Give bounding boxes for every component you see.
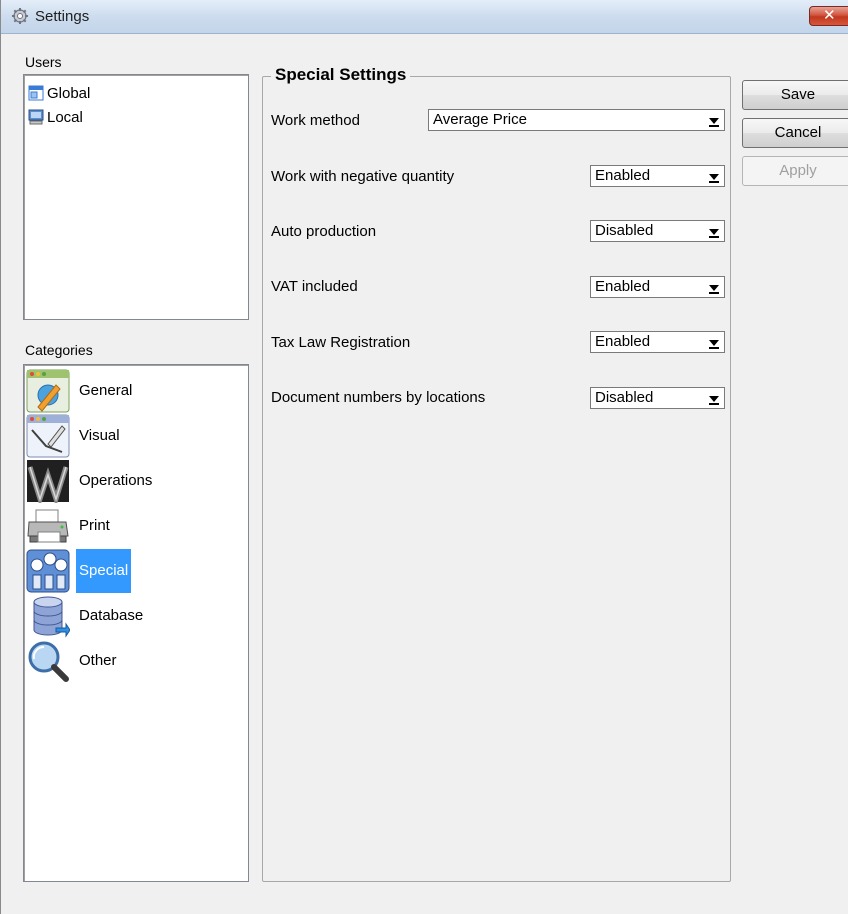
visual-icon — [26, 414, 70, 458]
computer-icon — [28, 109, 44, 125]
category-label: Other — [79, 652, 117, 669]
group-title: Special Settings — [271, 65, 411, 85]
negative-quantity-label: Work with negative quantity — [271, 168, 455, 185]
auto-production-label: Auto production — [271, 223, 377, 240]
user-item-label: Local — [47, 108, 83, 126]
auto-production-select[interactable]: Disabled — [590, 220, 725, 242]
dropdown-arrow-icon — [709, 118, 719, 127]
users-list[interactable]: Global Local — [23, 74, 249, 320]
select-value: Enabled — [595, 333, 651, 350]
tax-law-registration-select[interactable]: Enabled — [590, 331, 725, 353]
users-label: Users — [25, 54, 62, 70]
dropdown-arrow-icon — [709, 340, 719, 349]
category-label: General — [79, 382, 133, 399]
select-value: Enabled — [595, 278, 651, 295]
cancel-button[interactable]: Cancel — [742, 118, 848, 148]
magnifier-icon — [28, 641, 69, 682]
vat-included-label: VAT included — [271, 278, 358, 295]
tax-law-registration-label: Tax Law Registration — [271, 334, 411, 351]
select-value: Disabled — [595, 389, 654, 406]
dropdown-arrow-icon — [709, 229, 719, 238]
global-window-icon — [28, 85, 44, 101]
settings-window: Settings ✕ Users Global Local Categories — [0, 0, 848, 914]
select-value: Average Price — [433, 111, 527, 128]
database-icon — [33, 596, 70, 638]
category-print[interactable]: Print — [26, 504, 113, 548]
work-method-label: Work method — [271, 112, 360, 129]
category-label: Print — [79, 517, 110, 534]
vat-included-select[interactable]: Enabled — [590, 276, 725, 298]
select-value: Enabled — [595, 167, 651, 184]
category-general[interactable]: General — [26, 369, 135, 413]
gauges-icon — [26, 549, 70, 593]
category-special[interactable]: Special — [26, 549, 132, 593]
categories-label: Categories — [25, 342, 93, 358]
category-operations[interactable]: Operations — [26, 459, 155, 503]
save-button[interactable]: Save — [742, 80, 848, 110]
category-label: Special — [76, 549, 132, 593]
dropdown-arrow-icon — [709, 285, 719, 294]
category-database[interactable]: Database — [26, 594, 146, 638]
categories-list[interactable]: General Visual Operations Print Special … — [23, 364, 249, 882]
title-bar[interactable]: Settings ✕ — [1, 0, 848, 34]
settings-gear-icon — [12, 8, 28, 24]
user-item-global[interactable]: Global — [28, 83, 90, 103]
category-label: Operations — [79, 472, 153, 489]
category-visual[interactable]: Visual — [26, 414, 123, 458]
printer-icon — [27, 509, 69, 543]
general-icon — [26, 369, 70, 413]
special-settings-group — [262, 76, 731, 882]
user-item-local[interactable]: Local — [28, 107, 83, 127]
document-numbers-select[interactable]: Disabled — [590, 387, 725, 409]
window-title: Settings — [35, 8, 90, 25]
apply-button[interactable]: Apply — [742, 156, 848, 186]
category-other[interactable]: Other — [26, 639, 120, 683]
document-numbers-label: Document numbers by locations — [271, 389, 486, 406]
dropdown-arrow-icon — [709, 174, 719, 183]
close-button[interactable]: ✕ — [809, 6, 848, 26]
close-icon: ✕ — [823, 6, 836, 24]
category-label: Database — [79, 607, 144, 624]
negative-quantity-select[interactable]: Enabled — [590, 165, 725, 187]
select-value: Disabled — [595, 222, 654, 239]
category-label: Visual — [79, 427, 120, 444]
dropdown-arrow-icon — [709, 396, 719, 405]
user-item-label: Global — [47, 84, 91, 102]
operations-icon — [27, 460, 69, 503]
work-method-select[interactable]: Average Price — [428, 109, 725, 131]
